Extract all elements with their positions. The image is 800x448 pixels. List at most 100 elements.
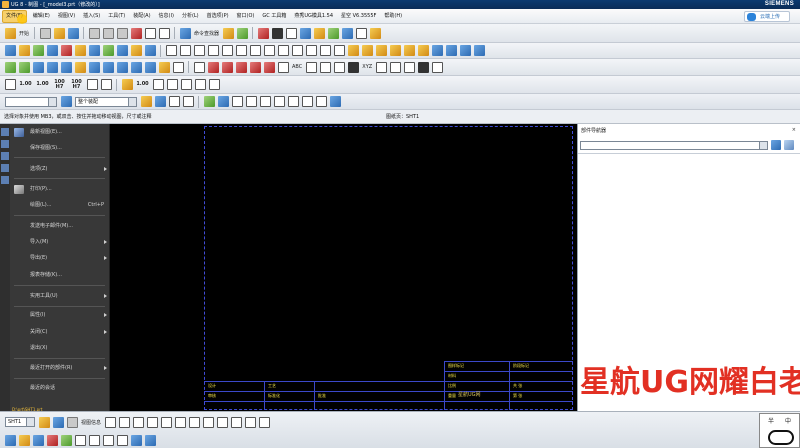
projected-view-icon[interactable] bbox=[18, 45, 30, 56]
datum-icon[interactable] bbox=[249, 45, 261, 56]
base-view-icon[interactable] bbox=[4, 45, 16, 56]
balloon-icon[interactable] bbox=[375, 45, 387, 56]
insert-row-icon[interactable] bbox=[459, 45, 471, 56]
diameter-dimension-icon[interactable] bbox=[130, 61, 142, 73]
dimension-text-icon[interactable] bbox=[152, 79, 164, 90]
navigator-icon[interactable] bbox=[1, 128, 9, 136]
image-icon[interactable] bbox=[333, 45, 345, 56]
menu-information[interactable]: 信息(I) bbox=[155, 9, 178, 24]
constraint-icon[interactable] bbox=[4, 434, 16, 446]
hatch-pattern-icon[interactable] bbox=[431, 61, 443, 73]
menu-item-recent-view[interactable]: 最新视图(E)... bbox=[10, 127, 110, 138]
ime-chinese-mode[interactable]: 中 bbox=[785, 416, 791, 425]
redo-icon[interactable] bbox=[158, 27, 170, 39]
table-edit-icon[interactable] bbox=[389, 61, 401, 73]
diameter-symbol-icon[interactable] bbox=[194, 79, 206, 90]
cloud-upload-button[interactable]: 云端上传 bbox=[744, 11, 790, 22]
surface-finish-icon[interactable] bbox=[263, 45, 275, 56]
menu-item-import[interactable]: 导入(M) bbox=[10, 237, 110, 248]
start-button[interactable]: 开始 bbox=[19, 30, 29, 37]
sketch-circle-icon[interactable] bbox=[146, 416, 158, 428]
style-icon[interactable] bbox=[121, 79, 133, 90]
view-info-label[interactable]: 视图信息 bbox=[81, 419, 101, 426]
line-tool-icon[interactable] bbox=[231, 96, 243, 107]
bend-table-icon[interactable] bbox=[417, 45, 429, 56]
xyz-label[interactable]: XYZ bbox=[362, 64, 372, 70]
menu-item-export[interactable]: 导出(E) bbox=[10, 253, 110, 264]
studio-spline-icon[interactable] bbox=[244, 416, 256, 428]
line-icon[interactable] bbox=[193, 61, 205, 73]
view-boundary-icon[interactable] bbox=[88, 45, 100, 56]
parts-list-icon[interactable] bbox=[361, 45, 373, 56]
menu-item-save-view[interactable]: 保存视图(S)... bbox=[10, 143, 110, 154]
point-icon[interactable] bbox=[258, 416, 270, 428]
menu-view[interactable]: 视图(V) bbox=[54, 9, 79, 24]
command-finder-icon[interactable] bbox=[179, 27, 191, 39]
chamfer-icon[interactable] bbox=[174, 416, 186, 428]
coordinate-icon[interactable] bbox=[375, 61, 387, 73]
paste-icon[interactable] bbox=[116, 27, 128, 39]
menu-help[interactable]: 帮助(H) bbox=[380, 9, 406, 24]
menu-window[interactable]: 窗口(O) bbox=[233, 9, 259, 24]
view-icon[interactable] bbox=[299, 27, 311, 39]
arc-length-icon[interactable] bbox=[158, 61, 170, 73]
snap-icon[interactable] bbox=[154, 96, 166, 107]
flag-note-icon[interactable] bbox=[319, 61, 331, 73]
symbol-icon[interactable] bbox=[207, 45, 219, 56]
section-icon[interactable] bbox=[313, 27, 325, 39]
vertical-chain-icon[interactable] bbox=[221, 61, 233, 73]
ordinate-dimension-icon[interactable] bbox=[172, 61, 184, 73]
chamfer-dimension-icon[interactable] bbox=[74, 61, 86, 73]
pattern-curve-icon[interactable] bbox=[102, 434, 114, 446]
snap-point-icon[interactable] bbox=[203, 96, 215, 107]
cylindrical-dimension-icon[interactable] bbox=[102, 61, 114, 73]
detail-view-icon[interactable] bbox=[46, 45, 58, 56]
text-format-icon[interactable] bbox=[86, 79, 98, 90]
snap-end-icon[interactable] bbox=[217, 96, 229, 107]
navigator-refresh-icon[interactable] bbox=[771, 140, 781, 150]
palette-icon[interactable] bbox=[1, 176, 9, 184]
auxiliary-view-icon[interactable] bbox=[74, 45, 86, 56]
perpendicular-dimension-icon[interactable] bbox=[60, 61, 72, 73]
circle-center-icon[interactable] bbox=[273, 96, 285, 107]
web-browser-icon[interactable] bbox=[1, 164, 9, 172]
sketch-arc-icon[interactable] bbox=[132, 416, 144, 428]
text-edit-icon[interactable] bbox=[277, 61, 289, 73]
mirror-icon[interactable] bbox=[66, 416, 78, 428]
filter-icon[interactable] bbox=[60, 96, 72, 107]
crosshair-icon[interactable] bbox=[301, 96, 313, 107]
parallel-dimension-icon[interactable] bbox=[46, 61, 58, 73]
part-navigator-icon[interactable] bbox=[1, 140, 9, 148]
horizontal-chain-icon[interactable] bbox=[207, 61, 219, 73]
tangent-icon[interactable] bbox=[315, 96, 327, 107]
ellipse-icon[interactable] bbox=[216, 416, 228, 428]
command-finder-button[interactable]: 命令查找器 bbox=[194, 30, 219, 37]
hole-dimension-icon[interactable] bbox=[116, 61, 128, 73]
menu-item-print[interactable]: 打印(P)... bbox=[10, 184, 110, 195]
angle-baseline-icon[interactable] bbox=[263, 61, 275, 73]
update-icon[interactable] bbox=[341, 27, 353, 39]
start-icon[interactable] bbox=[4, 27, 16, 39]
text-size-icon[interactable] bbox=[100, 79, 112, 90]
menu-tools[interactable]: 工具(T) bbox=[104, 9, 129, 24]
break-view-icon[interactable] bbox=[60, 45, 72, 56]
vertical-baseline-icon[interactable] bbox=[249, 61, 261, 73]
leader-text-icon[interactable] bbox=[305, 61, 317, 73]
fillet-icon[interactable] bbox=[160, 416, 172, 428]
view-style-icon[interactable] bbox=[144, 45, 156, 56]
display-icon[interactable] bbox=[271, 27, 283, 39]
note-icon[interactable] bbox=[221, 45, 233, 56]
text-style-label[interactable]: ABC bbox=[292, 64, 302, 70]
crosshatch-icon[interactable] bbox=[319, 45, 331, 56]
orient-icon[interactable] bbox=[355, 27, 367, 39]
window-icon[interactable] bbox=[236, 27, 248, 39]
merge-cell-icon[interactable] bbox=[445, 45, 457, 56]
format-cell-icon[interactable] bbox=[473, 45, 485, 56]
horizontal-dimension-icon[interactable] bbox=[18, 61, 30, 73]
polygon-icon[interactable] bbox=[202, 416, 214, 428]
id-symbol-icon[interactable] bbox=[347, 61, 359, 73]
menu-item-recent-parts[interactable]: 最近打开的部件(R) bbox=[10, 363, 110, 374]
navigator-settings-icon[interactable] bbox=[784, 140, 794, 150]
section-view-icon[interactable] bbox=[32, 45, 44, 56]
tolerance-value-2[interactable]: 1.00 bbox=[36, 82, 49, 87]
